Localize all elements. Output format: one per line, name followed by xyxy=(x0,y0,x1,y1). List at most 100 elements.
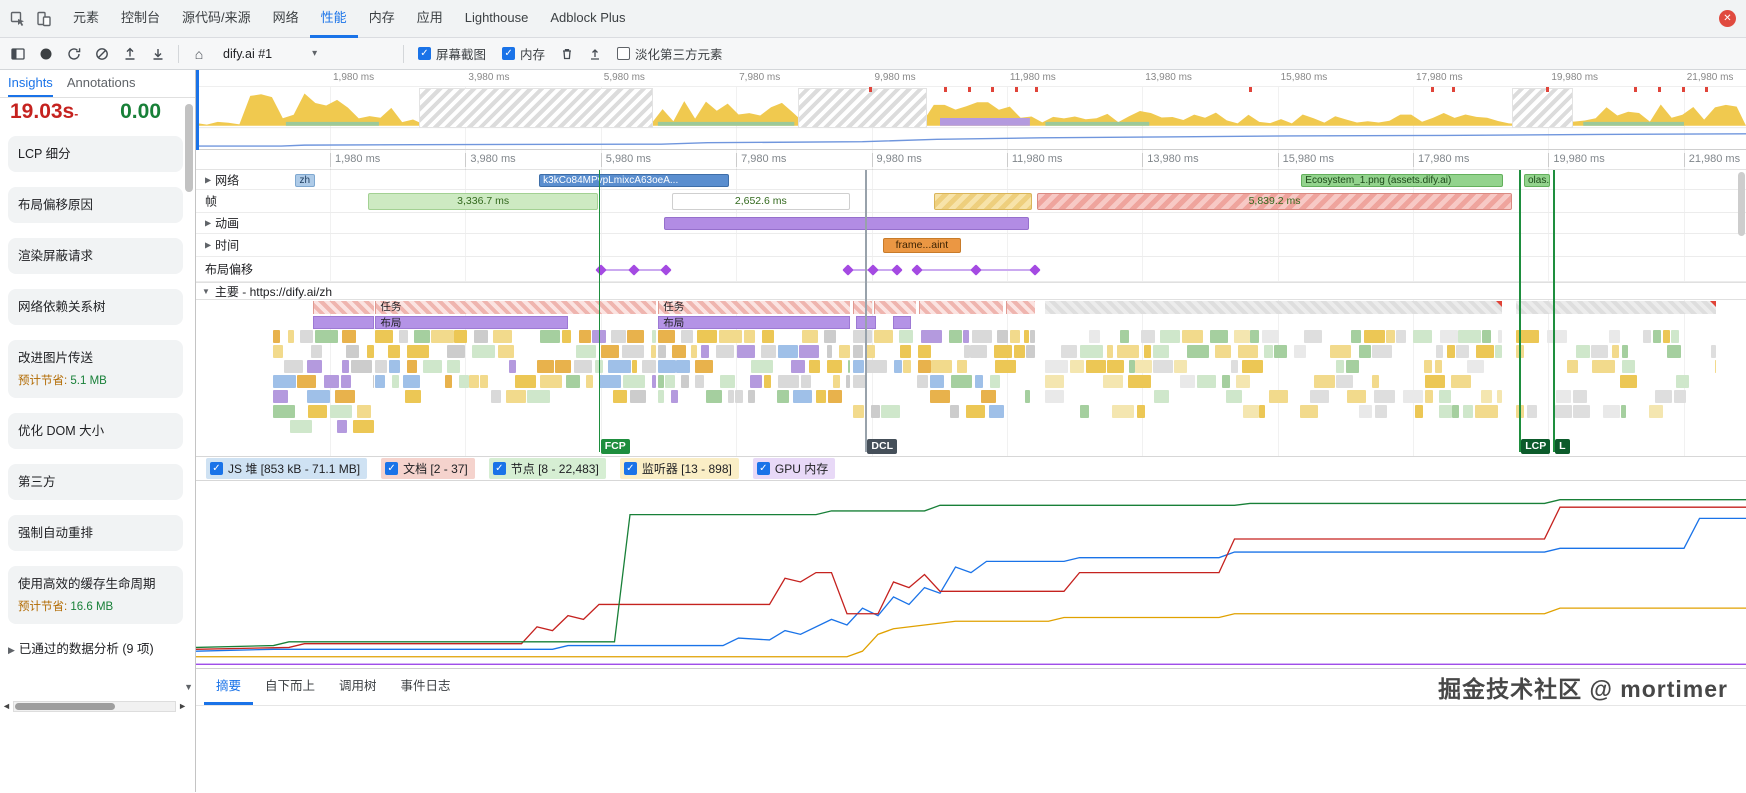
marker-badge-DCL[interactable]: DCL xyxy=(867,439,897,454)
tab-Lighthouse[interactable]: Lighthouse xyxy=(454,0,540,38)
main-layout-bar[interactable]: 布局 xyxy=(375,316,568,329)
marker-badge-L[interactable]: L xyxy=(1555,439,1569,454)
memory-checkbox[interactable]: 内存 xyxy=(502,44,545,63)
legend-checkbox-icon[interactable] xyxy=(210,462,223,475)
insight-card[interactable]: LCP 细分 xyxy=(8,136,183,172)
frame-bar[interactable] xyxy=(934,193,1032,210)
animation-bar[interactable] xyxy=(664,217,1028,230)
network-request-bar[interactable]: olas... xyxy=(1524,174,1550,187)
dim-third-parties-checkbox[interactable]: 淡化第三方元素 xyxy=(617,44,723,63)
track-timings[interactable]: frame...aint ▶时间 xyxy=(196,234,1746,257)
save-profile-icon[interactable] xyxy=(146,42,170,66)
tab-内存[interactable]: 内存 xyxy=(358,0,406,38)
frame-bar[interactable]: 2,652.6 ms xyxy=(672,193,850,210)
close-icon[interactable]: ✕ xyxy=(1719,10,1736,27)
overview-chart[interactable] xyxy=(196,86,1746,149)
main-layout-bar[interactable]: 布局 xyxy=(658,316,850,329)
layout-shift-marker[interactable] xyxy=(661,264,672,275)
timing-bar[interactable]: frame...aint xyxy=(883,238,961,253)
network-request-bar[interactable]: zh xyxy=(295,174,315,187)
memory-legend-item[interactable]: JS 堆 [853 kB - 71.1 MB] xyxy=(206,458,367,479)
legend-checkbox-icon[interactable] xyxy=(493,462,506,475)
legend-checkbox-icon[interactable] xyxy=(624,462,637,475)
insight-card[interactable]: 使用高效的缓存生命周期预计节省: 16.6 MB xyxy=(8,566,183,624)
insight-card[interactable]: 第三方 xyxy=(8,464,183,500)
frame-bar[interactable]: 3,336.7 ms xyxy=(368,193,598,210)
main-layout-bar[interactable] xyxy=(893,316,911,329)
tracks-vertical-scrollbar[interactable] xyxy=(1737,170,1746,456)
tab-Adblock Plus[interactable]: Adblock Plus xyxy=(539,0,636,38)
memory-legend-item[interactable]: GPU 内存 xyxy=(753,458,835,479)
sidebar-vertical-scrollbar[interactable] xyxy=(185,104,193,192)
home-icon[interactable]: ⌂ xyxy=(187,42,211,66)
tri-down-icon[interactable]: ▼ xyxy=(202,287,210,296)
insight-card[interactable]: 网络依赖关系树 xyxy=(8,289,183,325)
marker-badge-FCP[interactable]: FCP xyxy=(601,439,630,454)
network-request-bar[interactable]: Ecosystem_1.png (assets.dify.ai) xyxy=(1301,174,1503,187)
legend-checkbox-icon[interactable] xyxy=(757,462,770,475)
clear-icon[interactable] xyxy=(90,42,114,66)
collect-garbage-icon[interactable] xyxy=(555,42,579,66)
timeline-ruler[interactable]: 1,980 ms3,980 ms5,980 ms7,980 ms9,980 ms… xyxy=(196,150,1746,170)
scroll-down-arrow-icon[interactable]: ▼ xyxy=(184,682,193,692)
memory-legend-item[interactable]: 节点 [8 - 22,483] xyxy=(489,458,606,479)
tab-元素[interactable]: 元素 xyxy=(62,0,110,38)
track-main-thread-header[interactable]: ▼ 主要 - https://dify.ai/zh xyxy=(196,282,1746,300)
scrollbar-thumb[interactable] xyxy=(15,703,115,710)
tab-控制台[interactable]: 控制台 xyxy=(110,0,171,38)
memory-legend-item[interactable]: 监听器 [13 - 898] xyxy=(620,458,739,479)
sidebar-horizontal-scrollbar[interactable]: ◄ ► xyxy=(0,699,189,713)
scroll-left-arrow-icon[interactable]: ◄ xyxy=(2,701,11,711)
screenshots-checkbox[interactable]: 屏幕截图 xyxy=(418,44,486,63)
tab-源代码/来源[interactable]: 源代码/来源 xyxy=(171,0,262,38)
capture-settings-icon[interactable] xyxy=(583,42,607,66)
insight-card[interactable]: 布局偏移原因 xyxy=(8,187,183,223)
frame-bar[interactable]: 5,839.2 ms xyxy=(1037,193,1511,210)
record-icon[interactable] xyxy=(34,42,58,66)
marker-badge-LCP[interactable]: LCP xyxy=(1521,439,1550,454)
timeline-overview[interactable]: 1,980 ms3,980 ms5,980 ms7,980 ms9,980 ms… xyxy=(196,70,1746,150)
tri-right-icon[interactable]: ▶ xyxy=(205,175,211,184)
track-network[interactable]: zh k3kCo84MPvpLmixcA63oeA... Ecosystem_1.p… xyxy=(196,170,1746,190)
scroll-right-arrow-icon[interactable]: ► xyxy=(178,701,187,711)
details-tab-自下而上[interactable]: 自下而上 xyxy=(253,669,327,705)
scrollbar-track[interactable] xyxy=(13,701,176,712)
main-layout-bar[interactable] xyxy=(313,316,374,329)
legend-checkbox-icon[interactable] xyxy=(385,462,398,475)
inspect-element-icon[interactable] xyxy=(6,7,30,31)
track-layout-shifts[interactable]: 布局偏移 xyxy=(196,257,1746,282)
network-request-bar[interactable]: k3kCo84MPvpLmixcA63oeA... xyxy=(539,174,729,187)
lcp-metric-value[interactable]: 19.03s xyxy=(10,100,74,123)
layout-shift-marker[interactable] xyxy=(842,264,853,275)
track-frames[interactable]: 3,336.7 ms2,652.6 ms5,839.2 ms 帧 xyxy=(196,190,1746,213)
tab-insights[interactable]: Insights xyxy=(8,70,53,97)
device-toolbar-icon[interactable] xyxy=(32,7,56,31)
insight-card[interactable]: 改进图片传送预计节省: 5.1 MB xyxy=(8,340,183,398)
track-animations[interactable]: ▶动画 xyxy=(196,213,1746,234)
layout-shift-marker[interactable] xyxy=(628,264,639,275)
layout-shift-marker[interactable] xyxy=(867,264,878,275)
tri-right-icon[interactable]: ▶ xyxy=(205,219,211,228)
details-tab-摘要[interactable]: 摘要 xyxy=(204,669,253,705)
memory-counters-chart[interactable] xyxy=(196,481,1746,669)
details-tab-调用树[interactable]: 调用树 xyxy=(327,669,389,705)
layout-shift-marker[interactable] xyxy=(911,264,922,275)
layout-shift-marker[interactable] xyxy=(970,264,981,275)
tab-网络[interactable]: 网络 xyxy=(262,0,310,38)
record-and-reload-icon[interactable] xyxy=(62,42,86,66)
insight-card[interactable]: 渲染屏蔽请求 xyxy=(8,238,183,274)
tab-应用[interactable]: 应用 xyxy=(406,0,454,38)
memory-legend-item[interactable]: 文档 [2 - 37] xyxy=(381,458,475,479)
insight-card[interactable]: 强制自动重排 xyxy=(8,515,183,551)
load-profile-icon[interactable] xyxy=(118,42,142,66)
scrollbar-thumb[interactable] xyxy=(1738,172,1745,236)
tab-性能[interactable]: 性能 xyxy=(310,0,358,38)
tri-right-icon[interactable]: ▶ xyxy=(205,241,211,250)
tab-annotations[interactable]: Annotations xyxy=(67,70,136,97)
layout-shift-marker[interactable] xyxy=(1029,264,1040,275)
insight-card[interactable]: 优化 DOM 大小 xyxy=(8,413,183,449)
main-layout-bar[interactable] xyxy=(856,316,876,329)
details-tab-事件日志[interactable]: 事件日志 xyxy=(389,669,463,705)
dock-panel-icon[interactable] xyxy=(6,42,30,66)
cls-metric-value[interactable]: 0.00 xyxy=(120,100,161,124)
